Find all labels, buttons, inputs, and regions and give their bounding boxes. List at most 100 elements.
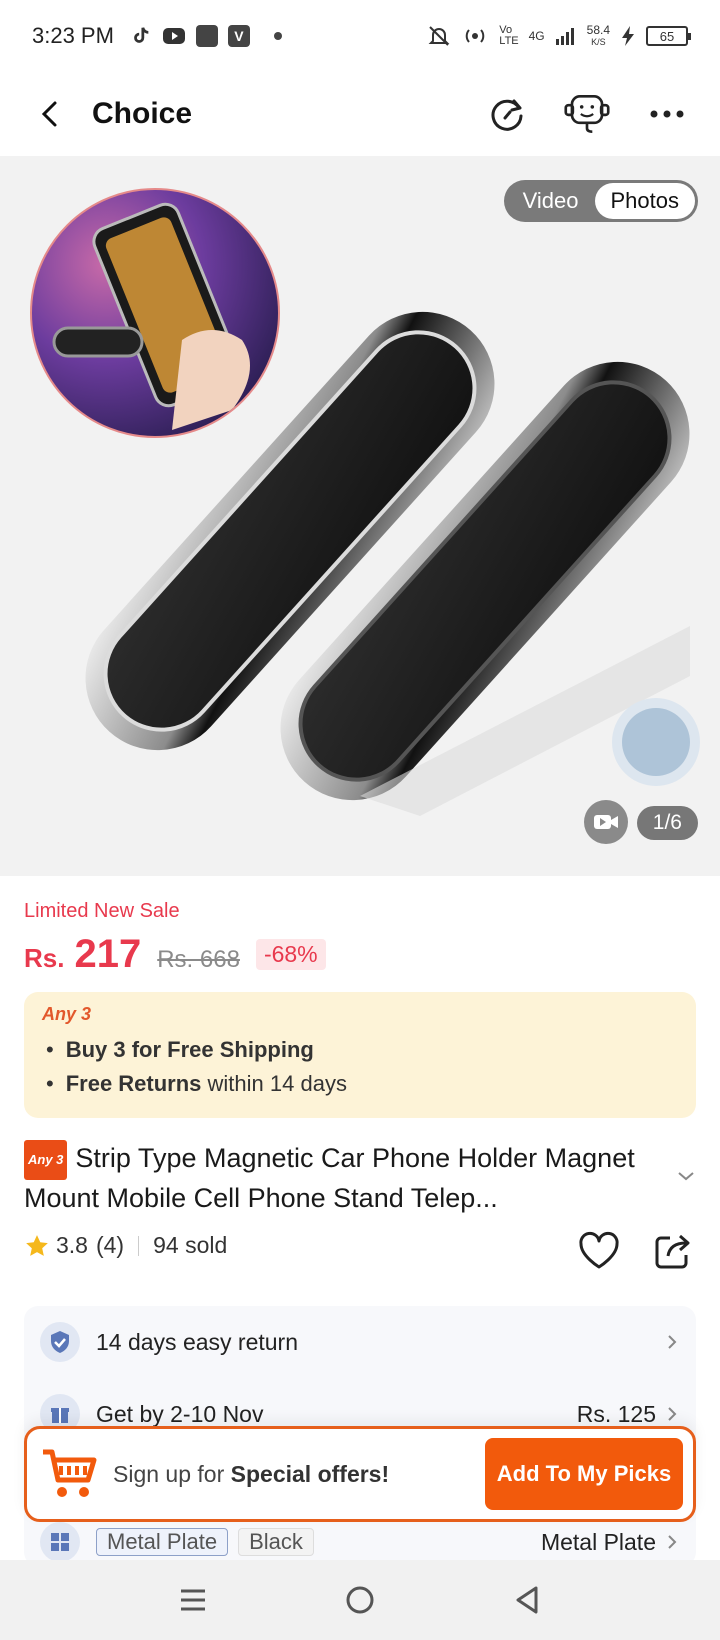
volte-lte: LTE	[499, 35, 519, 47]
return-label: 14 days easy return	[96, 1328, 299, 1355]
chevron-right-icon	[668, 1535, 677, 1549]
chevron-right-icon	[668, 1335, 677, 1349]
nav-back-button[interactable]	[502, 1575, 552, 1625]
original-price: Rs. 668	[157, 946, 240, 973]
rating-value: 3.8	[56, 1232, 88, 1258]
delivery-right: Rs. 125	[577, 1401, 678, 1428]
nav-home-button[interactable]	[335, 1575, 385, 1625]
status-right: Vo LTE 4G 58.4 K/S 65	[427, 24, 691, 48]
review-count: (4)	[95, 1232, 125, 1258]
promo-tag: Any 3	[42, 1004, 92, 1024]
add-to-picks-button[interactable]: Add To My Picks	[485, 1438, 683, 1510]
battery-icon: 65	[646, 26, 691, 46]
floating-assistant-bubble[interactable]	[612, 698, 700, 786]
share-icon	[655, 1234, 690, 1269]
video-camera-icon	[594, 815, 618, 829]
promo-box[interactable]: Any 3 • Buy 3 for Free Shipping • Free R…	[24, 992, 696, 1118]
star-icon	[26, 1234, 48, 1256]
signup-bold: Special offers!	[230, 1460, 390, 1487]
notification-icons: V	[130, 25, 282, 47]
delivery-price: Rs. 125	[576, 1400, 656, 1427]
shield-check-icon	[40, 1322, 80, 1362]
variant-chip-black[interactable]: Black	[238, 1528, 314, 1556]
network-gen: 4G	[528, 29, 545, 43]
page-title: Choice	[92, 97, 193, 130]
gallery-video-button[interactable]	[584, 800, 628, 844]
price-row: Rs. 217 Rs. 668 -68%	[24, 932, 326, 977]
status-left: 3:23 PM V	[32, 23, 282, 49]
signup-banner[interactable]: Sign up for Special offers! Add To My Pi…	[24, 1426, 696, 1522]
return-right	[666, 1333, 678, 1351]
signal-icon	[555, 28, 574, 45]
net-speed-unit: K/S	[591, 37, 606, 47]
promo-returns-bold: Free Returns	[65, 1071, 202, 1096]
system-nav-bar	[0, 1560, 720, 1640]
heart-icon	[579, 1231, 619, 1269]
product-title-block[interactable]: Any 3 Strip Type Magnetic Car Phone Holde…	[24, 1140, 664, 1216]
product-gallery[interactable]: Video Photos 1/6	[0, 156, 720, 876]
promo-shipping-text: Buy 3 for Free Shipping	[65, 1037, 314, 1062]
net-speed: 58.4 K/S	[587, 24, 610, 48]
share-button[interactable]	[648, 1226, 698, 1276]
expand-chevron-icon[interactable]	[674, 1164, 698, 1188]
image-counter: 1/6	[636, 806, 698, 840]
any3-badge: Any 3	[24, 1140, 68, 1180]
status-time: 3:23 PM	[32, 23, 114, 48]
promo-line-shipping: • Buy 3 for Free Shipping	[42, 1037, 678, 1063]
home-circle-icon	[346, 1586, 374, 1614]
app-square-icon	[195, 25, 218, 47]
wishlist-button[interactable]	[574, 1226, 624, 1276]
vpn-v-icon: V	[227, 25, 250, 47]
menu-lines-icon	[181, 1589, 206, 1611]
discount-badge: -68%	[255, 939, 326, 970]
status-bar: 3:23 PM V Vo LTE 4G 58.4 K/S 65	[0, 0, 720, 72]
refresh-history-icon	[491, 99, 523, 131]
video-tab[interactable]: Video	[507, 183, 595, 219]
variant-right: Metal Plate	[541, 1529, 678, 1556]
delivery-label: Get by 2-10 Nov	[96, 1400, 264, 1427]
top-header: Choice	[0, 72, 720, 156]
lifestyle-thumbnail	[30, 188, 280, 438]
net-speed-value: 58.4	[586, 23, 610, 37]
promo-returns-rest: within 14 days	[201, 1071, 347, 1096]
history-button[interactable]	[484, 91, 530, 137]
nav-menu-button[interactable]	[168, 1575, 218, 1625]
back-arrow-icon	[41, 101, 57, 127]
grid-icon	[40, 1522, 80, 1562]
more-options-button[interactable]	[644, 91, 690, 137]
more-dots-icon	[650, 110, 684, 118]
hotspot-icon	[465, 29, 485, 43]
variant-row[interactable]: Metal Plate Black Metal Plate	[40, 1522, 678, 1562]
customer-service-button[interactable]	[564, 91, 610, 137]
cart-icon-wrap	[37, 1442, 101, 1506]
media-type-toggle: Video Photos	[503, 180, 698, 222]
tiktok-icon	[134, 27, 149, 43]
more-notifications-dot-icon	[273, 32, 282, 40]
signup-prefix: Sign up for	[113, 1460, 231, 1487]
volte-label: Vo LTE	[499, 25, 518, 47]
bullet-icon: •	[46, 1037, 54, 1062]
promo-line-returns: • Free Returns within 14 days	[42, 1071, 678, 1097]
back-button[interactable]	[30, 94, 70, 134]
sale-label: Limited New Sale	[24, 900, 180, 922]
youtube-icon	[162, 28, 185, 44]
back-triangle-icon	[516, 1586, 538, 1614]
current-price: 217	[74, 932, 142, 976]
signup-text: Sign up for Special offers!	[113, 1461, 389, 1488]
product-title: Strip Type Magnetic Car Phone Holder Mag…	[24, 1143, 635, 1213]
photos-tab[interactable]: Photos	[594, 183, 695, 219]
mute-bell-icon	[428, 26, 450, 46]
price-currency: Rs.	[24, 943, 65, 973]
charging-bolt-icon	[622, 26, 634, 46]
easy-return-row[interactable]: 14 days easy return	[40, 1322, 678, 1362]
header-actions	[484, 91, 690, 137]
shopping-cart-icon	[43, 1449, 97, 1497]
variant-value: Metal Plate	[540, 1528, 656, 1555]
rating-row[interactable]: 3.8 (4) 94 sold	[24, 1232, 227, 1259]
bubble-inner	[622, 708, 690, 776]
divider	[138, 1235, 140, 1256]
chevron-right-icon	[668, 1407, 677, 1421]
phone-in-hand-image	[52, 202, 250, 430]
sold-count: 94 sold	[153, 1232, 228, 1258]
variant-chip-metal-plate[interactable]: Metal Plate	[96, 1528, 229, 1556]
